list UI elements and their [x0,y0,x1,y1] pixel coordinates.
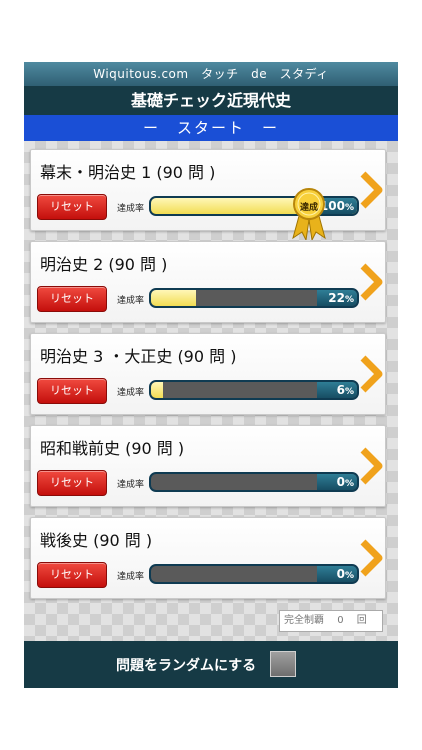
counter-label: 完全制覇 [284,615,324,626]
site-header: Wiquitous.com タッチ de スタディ [24,62,398,86]
progress-fill [151,290,196,306]
list-item[interactable]: 昭和戦前史 (90 問 ) リセット 達成率 0% [30,425,386,507]
reset-button[interactable]: リセット [37,378,107,404]
rate-label: 達成率 [117,572,145,582]
medal-label: 達成 [299,203,318,213]
course-list: 幕末・明治史 1 (90 問 ) リセット 達成率 100% 達成 明治史 2 … [24,141,398,641]
random-label: 問題をランダムにする [116,658,257,674]
list-item[interactable]: 幕末・明治史 1 (90 問 ) リセット 達成率 100% 達成 [30,149,386,240]
progress-bar: 0% [149,472,359,492]
rate-label: 達成率 [117,296,145,306]
course-title: 戦後史 (90 問 ) [40,531,153,550]
rate-label: 達成率 [117,480,145,490]
reset-button[interactable]: リセット [37,286,107,312]
start-button[interactable]: ー スタート ー [24,115,398,141]
course-title: 明治史 3 ・大正史 (90 問 ) [40,347,237,366]
progress-bar: 6% [149,380,359,400]
progress-bar: 0% [149,564,359,584]
medal-icon [292,188,326,240]
rate-label: 達成率 [117,204,145,214]
progress-value: 0% [317,566,357,582]
course-title: 明治史 2 (90 問 ) [40,255,168,274]
chevron-right-icon[interactable] [357,262,385,302]
reset-button[interactable]: リセット [37,470,107,496]
counter-unit: 回 [356,615,367,626]
progress-value: 6% [317,382,357,398]
complete-counter: 完全制覇 0 回 [279,610,383,632]
course-title: 幕末・明治史 1 (90 問 ) [40,163,216,182]
reset-button[interactable]: リセット [37,562,107,588]
random-checkbox[interactable] [270,651,296,677]
footer-bar: 問題をランダムにする [24,641,398,688]
list-item[interactable]: 戦後史 (90 問 ) リセット 達成率 0% [30,517,386,599]
reset-button[interactable]: リセット [37,194,107,220]
progress-fill [151,382,163,398]
page-title: 基礎チェック近現代史 [24,86,398,115]
chevron-right-icon[interactable] [357,354,385,394]
progress-value: 22% [317,290,357,306]
app-screen: Wiquitous.com タッチ de スタディ 基礎チェック近現代史 ー ス… [24,62,398,688]
list-item[interactable]: 明治史 3 ・大正史 (90 問 ) リセット 達成率 6% [30,333,386,415]
counter-value: 0 [337,615,344,626]
progress-bar: 22% [149,288,359,308]
chevron-right-icon[interactable] [357,170,385,210]
list-item[interactable]: 明治史 2 (90 問 ) リセット 達成率 22% [30,241,386,323]
progress-value: 0% [317,474,357,490]
course-title: 昭和戦前史 (90 問 ) [40,439,185,458]
chevron-right-icon[interactable] [357,538,385,578]
chevron-right-icon[interactable] [357,446,385,486]
rate-label: 達成率 [117,388,145,398]
